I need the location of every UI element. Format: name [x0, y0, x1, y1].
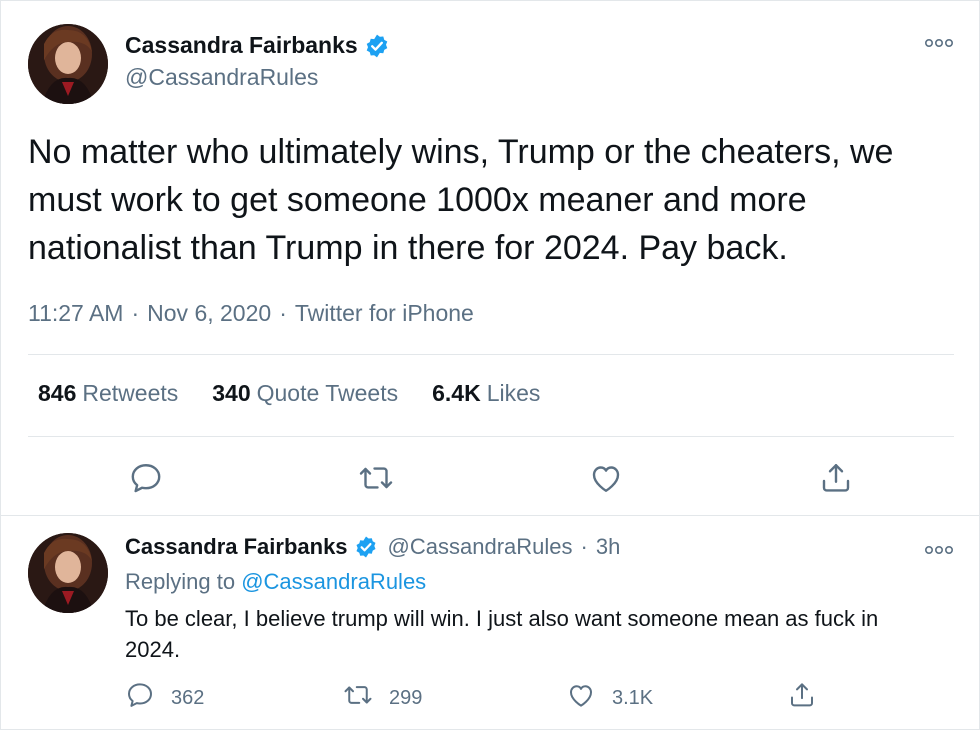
like-icon[interactable]: [588, 460, 624, 501]
replying-to: Replying to @CassandraRules: [125, 569, 426, 595]
tweet-metadata: 11:27 AM · Nov 6, 2020 · Twitter for iPhone: [28, 300, 474, 327]
reply-header: Cassandra Fairbanks @CassandraRules · 3h: [125, 534, 620, 560]
stat-label: Likes: [486, 380, 541, 406]
reply-author-name[interactable]: Cassandra Fairbanks: [125, 534, 348, 560]
like-icon[interactable]: [566, 680, 596, 716]
stat-count: 846: [38, 380, 77, 406]
retweet-count: 299: [389, 686, 423, 709]
reply-separator: ·: [580, 534, 588, 559]
tweet-text: No matter who ultimately wins, Trump or …: [28, 133, 894, 267]
author-name[interactable]: Cassandra Fairbanks: [125, 32, 390, 59]
verified-badge-icon: [354, 535, 378, 559]
retweet-icon[interactable]: [358, 460, 394, 501]
author-name-text[interactable]: Cassandra Fairbanks: [125, 32, 358, 59]
tweet-source[interactable]: Twitter for iPhone: [295, 300, 474, 326]
retweets-stat[interactable]: 846 Retweets: [38, 380, 178, 407]
stat-count: 340: [212, 380, 251, 406]
stat-label: Retweets: [82, 380, 179, 406]
reply-action-reply[interactable]: 362: [125, 680, 204, 716]
verified-badge-icon: [364, 33, 390, 59]
replying-to-handle[interactable]: @CassandraRules: [241, 569, 426, 594]
more-options-icon[interactable]: [924, 34, 954, 57]
reply-action-like[interactable]: 3.1K: [566, 680, 653, 716]
likes-stat[interactable]: 6.4K Likes: [432, 380, 540, 407]
reply-count: 362: [171, 686, 205, 709]
tweet-stats: 846 Retweets 340 Quote Tweets 6.4K Likes: [38, 380, 540, 407]
replying-to-label: Replying to: [125, 569, 236, 594]
divider: [28, 354, 954, 355]
meta-separator: ·: [131, 300, 140, 326]
tweet-date[interactable]: Nov 6, 2020: [147, 300, 271, 326]
reply-author-handle[interactable]: @CassandraRules: [388, 534, 573, 560]
reply-author-avatar[interactable]: [28, 533, 108, 613]
meta-separator: ·: [279, 300, 287, 326]
reply-action-retweet[interactable]: 299: [343, 680, 422, 716]
retweet-icon[interactable]: [343, 680, 373, 716]
section-divider: [0, 515, 980, 516]
stat-count: 6.4K: [432, 380, 481, 406]
more-options-icon[interactable]: [924, 541, 954, 564]
author-avatar[interactable]: [28, 24, 108, 104]
reply-text: To be clear, I believe trump will win. I…: [125, 606, 879, 662]
stat-label: Quote Tweets: [256, 380, 399, 406]
quote-tweets-stat[interactable]: 340 Quote Tweets: [212, 380, 398, 407]
like-count: 3.1K: [612, 686, 654, 709]
reply-timestamp[interactable]: 3h: [596, 534, 620, 560]
author-handle[interactable]: @CassandraRules: [125, 64, 318, 91]
reply-icon[interactable]: [125, 680, 155, 716]
share-icon[interactable]: [818, 460, 854, 501]
share-icon[interactable]: [787, 680, 817, 716]
reply-icon[interactable]: [128, 460, 164, 501]
tweet-time[interactable]: 11:27 AM: [28, 300, 123, 326]
divider: [28, 436, 954, 437]
reply-action-share[interactable]: [787, 680, 817, 716]
